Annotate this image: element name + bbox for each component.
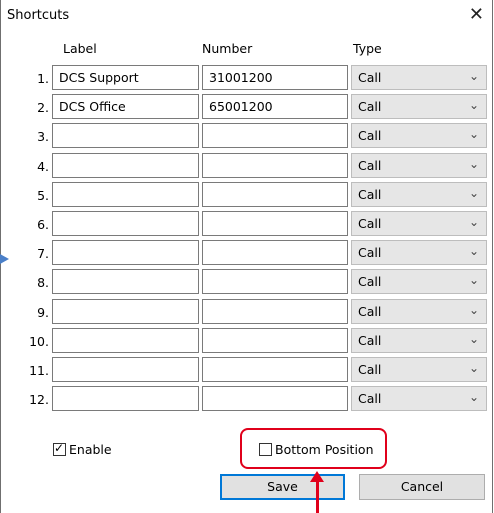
type-select[interactable]: Call ⌄ — [351, 299, 487, 324]
annotation-arrow-line — [316, 481, 319, 513]
enable-label: Enable — [69, 442, 112, 457]
row-number: 1. — [37, 71, 49, 86]
row-number: 3. — [37, 129, 49, 144]
row-number: 10. — [29, 334, 49, 349]
chevron-down-icon: ⌄ — [468, 98, 479, 112]
label-input[interactable]: DCS Support — [52, 65, 199, 90]
row-number: 4. — [37, 159, 49, 174]
number-input[interactable]: 65001200 — [202, 94, 348, 119]
number-input[interactable] — [202, 182, 348, 207]
title-bar: Shortcuts ✕ — [1, 0, 492, 33]
number-input[interactable] — [202, 269, 348, 294]
label-input[interactable] — [52, 153, 199, 178]
column-header-number: Number — [202, 41, 253, 56]
chevron-down-icon: ⌄ — [468, 332, 479, 346]
type-select[interactable]: Call ⌄ — [351, 269, 487, 294]
row-number: 7. — [37, 246, 49, 261]
window-title: Shortcuts — [7, 8, 70, 23]
type-select[interactable]: Call ⌄ — [351, 153, 487, 178]
number-input[interactable] — [202, 357, 348, 382]
type-select-value: Call — [358, 245, 382, 260]
chevron-down-icon: ⌄ — [468, 127, 479, 141]
label-input[interactable] — [52, 269, 199, 294]
label-input[interactable] — [52, 182, 199, 207]
type-select-value: Call — [358, 128, 382, 143]
type-select[interactable]: Call ⌄ — [351, 240, 487, 265]
row-number: 2. — [37, 100, 49, 115]
annotation-blue-arrow — [0, 254, 9, 264]
row-number: 5. — [37, 188, 49, 203]
row-number: 11. — [29, 363, 49, 378]
label-input[interactable] — [52, 299, 199, 324]
chevron-down-icon: ⌄ — [468, 273, 479, 287]
chevron-down-icon: ⌄ — [468, 157, 479, 171]
type-select-value: Call — [358, 304, 382, 319]
type-select-value: Call — [358, 274, 382, 289]
chevron-down-icon: ⌄ — [468, 69, 479, 83]
type-select-value: Call — [358, 391, 382, 406]
column-header-type: Type — [353, 41, 382, 56]
type-select-value: Call — [358, 187, 382, 202]
label-input[interactable] — [52, 328, 199, 353]
label-input[interactable] — [52, 123, 199, 148]
save-button[interactable]: Save — [220, 474, 345, 500]
label-input[interactable]: DCS Office — [52, 94, 199, 119]
label-input[interactable] — [52, 386, 199, 411]
label-input[interactable] — [52, 211, 199, 236]
chevron-down-icon: ⌄ — [468, 215, 479, 229]
type-select-value: Call — [358, 362, 382, 377]
type-select[interactable]: Call ⌄ — [351, 357, 487, 382]
type-select[interactable]: Call ⌄ — [351, 65, 487, 90]
enable-option[interactable]: Enable — [53, 441, 112, 457]
type-select-value: Call — [358, 99, 382, 114]
row-number: 12. — [29, 392, 49, 407]
chevron-down-icon: ⌄ — [468, 244, 479, 258]
label-input[interactable] — [52, 240, 199, 265]
type-select-value: Call — [358, 333, 382, 348]
column-header-label: Label — [63, 41, 97, 56]
number-input[interactable]: 31001200 — [202, 65, 348, 90]
number-input[interactable] — [202, 153, 348, 178]
type-select-value: Call — [358, 70, 382, 85]
type-select[interactable]: Call ⌄ — [351, 211, 487, 236]
number-input[interactable] — [202, 211, 348, 236]
type-select[interactable]: Call ⌄ — [351, 328, 487, 353]
number-input[interactable] — [202, 299, 348, 324]
row-number: 9. — [37, 305, 49, 320]
number-input[interactable] — [202, 123, 348, 148]
chevron-down-icon: ⌄ — [468, 303, 479, 317]
type-select[interactable]: Call ⌄ — [351, 123, 487, 148]
number-input[interactable] — [202, 240, 348, 265]
type-select-value: Call — [358, 216, 382, 231]
close-icon[interactable]: ✕ — [469, 5, 484, 25]
annotation-highlight-box — [240, 428, 387, 469]
cancel-button[interactable]: Cancel — [359, 474, 485, 500]
type-select-value: Call — [358, 158, 382, 173]
label-input[interactable] — [52, 357, 199, 382]
number-input[interactable] — [202, 386, 348, 411]
row-number: 8. — [37, 275, 49, 290]
chevron-down-icon: ⌄ — [468, 361, 479, 375]
type-select[interactable]: Call ⌄ — [351, 94, 487, 119]
type-select[interactable]: Call ⌄ — [351, 386, 487, 411]
chevron-down-icon: ⌄ — [468, 186, 479, 200]
row-number: 6. — [37, 217, 49, 232]
type-select[interactable]: Call ⌄ — [351, 182, 487, 207]
chevron-down-icon: ⌄ — [468, 390, 479, 404]
number-input[interactable] — [202, 328, 348, 353]
enable-checkbox[interactable] — [53, 441, 66, 456]
